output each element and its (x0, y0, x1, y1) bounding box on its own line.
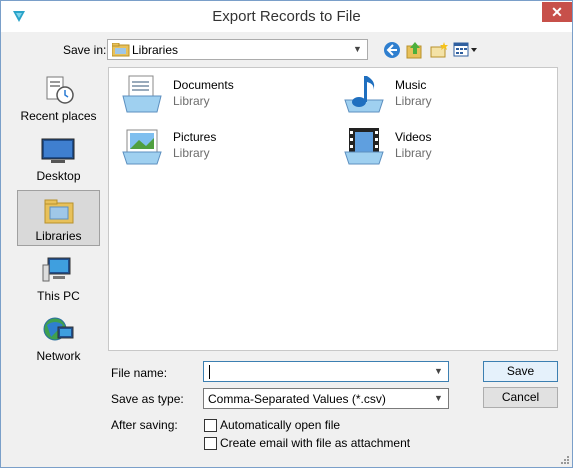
list-item-pictures[interactable]: Pictures Library (115, 124, 315, 168)
close-button[interactable]: ✕ (542, 2, 572, 22)
place-recent-places[interactable]: Recent places (17, 71, 100, 127)
libraries-icon (44, 199, 74, 224)
location-dropdown[interactable]: Libraries ▼ (107, 39, 368, 60)
auto-open-checkbox[interactable] (204, 419, 217, 432)
place-label: Libraries (35, 229, 82, 243)
item-name: Pictures (173, 130, 217, 144)
place-label: Desktop (36, 169, 81, 183)
videos-library-icon (344, 128, 384, 165)
libraries-folder-icon (112, 43, 130, 57)
desktop-icon (41, 138, 75, 163)
item-name: Music (395, 78, 427, 92)
save-in-label: Save in: (63, 43, 107, 57)
place-this-pc[interactable]: This PC (17, 251, 100, 307)
item-type: Library (395, 94, 432, 108)
item-type: Library (173, 94, 210, 108)
new-folder-icon[interactable] (429, 40, 449, 60)
recent-places-icon (46, 76, 74, 104)
place-label: Network (36, 349, 81, 363)
text-caret (209, 365, 210, 379)
save-as-type-dropdown[interactable]: Comma-Separated Values (*.csv) ▼ (203, 388, 449, 409)
create-email-label: Create email with file as attachment (220, 436, 411, 450)
place-label: Recent places (20, 109, 97, 123)
item-type: Library (173, 146, 210, 160)
auto-open-label: Automatically open file (220, 418, 341, 432)
places-bar: Recent places Desktop Libraries This PC … (11, 67, 106, 369)
place-desktop[interactable]: Desktop (17, 131, 100, 187)
documents-library-icon (122, 75, 162, 113)
back-icon[interactable] (382, 40, 402, 60)
this-pc-icon (42, 257, 71, 282)
window-title: Export Records to File (212, 8, 361, 25)
file-name-input[interactable]: ▼ (203, 361, 449, 382)
after-saving-label: After saving: (111, 418, 178, 432)
up-folder-icon[interactable] (405, 40, 425, 60)
title-bar: Export Records to File ✕ (1, 1, 572, 32)
network-icon (43, 317, 74, 341)
save-as-type-label: Save as type: (111, 392, 184, 406)
chevron-down-icon: ▼ (434, 393, 443, 403)
item-name: Videos (395, 130, 432, 144)
save-as-type-value: Comma-Separated Values (*.csv) (208, 392, 386, 406)
pictures-library-icon (122, 129, 162, 165)
place-libraries[interactable]: Libraries (17, 190, 100, 246)
chevron-down-icon: ▼ (353, 44, 362, 54)
view-menu-icon[interactable] (452, 40, 478, 60)
place-network[interactable]: Network (17, 311, 100, 367)
list-item-music[interactable]: Music Library (337, 72, 537, 116)
location-value: Libraries (132, 43, 179, 57)
chevron-down-icon[interactable]: ▼ (434, 366, 444, 376)
file-name-label: File name: (111, 366, 168, 380)
list-item-videos[interactable]: Videos Library (337, 124, 537, 168)
place-label: This PC (37, 289, 80, 303)
create-email-checkbox[interactable] (204, 437, 217, 450)
file-list: Documents Library Music Library Pictures… (108, 67, 558, 351)
resize-grip-icon[interactable] (560, 455, 570, 465)
export-dialog: Export Records to File ✕ Save in: Librar… (0, 0, 573, 468)
list-item-documents[interactable]: Documents Library (115, 72, 315, 116)
cancel-button[interactable]: Cancel (483, 387, 558, 408)
item-name: Documents (173, 78, 234, 92)
save-button[interactable]: Save (483, 361, 558, 382)
music-library-icon (344, 76, 384, 113)
item-type: Library (395, 146, 432, 160)
